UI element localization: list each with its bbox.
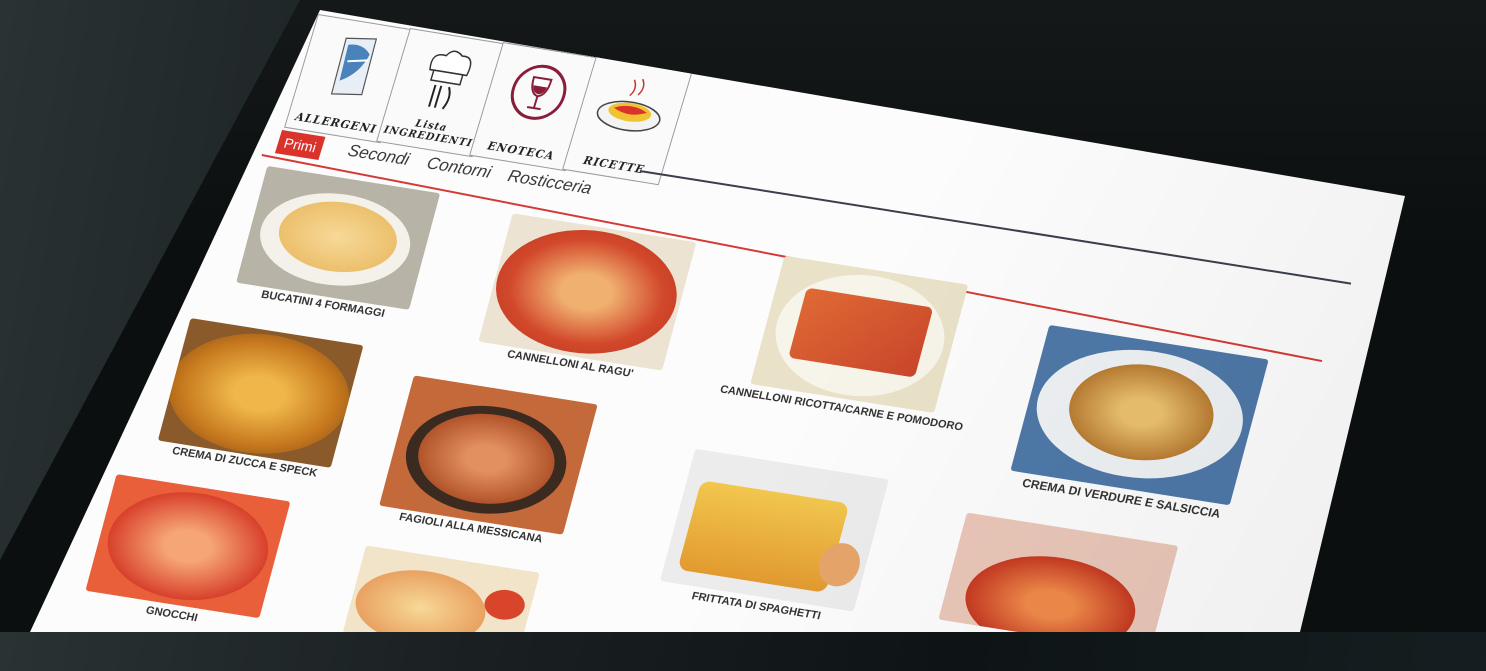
allergens-icon (330, 37, 378, 96)
dish-photo (659, 448, 889, 612)
tile-ricette-label: RICETTE (581, 153, 647, 177)
wine-glass-icon (510, 64, 567, 120)
dish-card[interactable] (340, 545, 544, 632)
tab-primi[interactable]: Primi (274, 130, 326, 161)
dish-card[interactable]: CANNELLONI RICOTTA/CARNE E POMODORO (719, 255, 973, 461)
dish-photo (342, 545, 540, 632)
dish-card[interactable]: CANNELLONI AL RAGU' (474, 213, 701, 388)
dish-photo (379, 375, 598, 535)
dish-photo (478, 213, 697, 371)
dish-photo (750, 255, 969, 414)
pasta-plate-icon (596, 78, 661, 132)
dish-card[interactable]: BUCATINI 4 FORMAGGI (231, 165, 445, 330)
dish-card[interactable]: FRITTATA DI SPAGHETTI (651, 448, 893, 632)
tile-lista-ingredienti-label: Lista INGREDIENTI (382, 118, 474, 150)
dish-card[interactable]: GNOCCHI (78, 474, 295, 632)
tile-enoteca-label: ENOTECA (485, 139, 557, 163)
dish-card[interactable]: CREMA DI VERDURE E SALSICCIA (997, 324, 1276, 555)
chef-hat-icon (428, 50, 472, 110)
dish-card[interactable]: FAGIOLI ALLA MESSICANA (372, 375, 601, 560)
dish-photo (1010, 324, 1269, 506)
dish-photo (85, 474, 291, 619)
dish-photo (157, 318, 364, 468)
dish-card[interactable]: CREMA DI ZUCCA E SPECK (152, 318, 369, 492)
dish-photo (236, 165, 441, 310)
